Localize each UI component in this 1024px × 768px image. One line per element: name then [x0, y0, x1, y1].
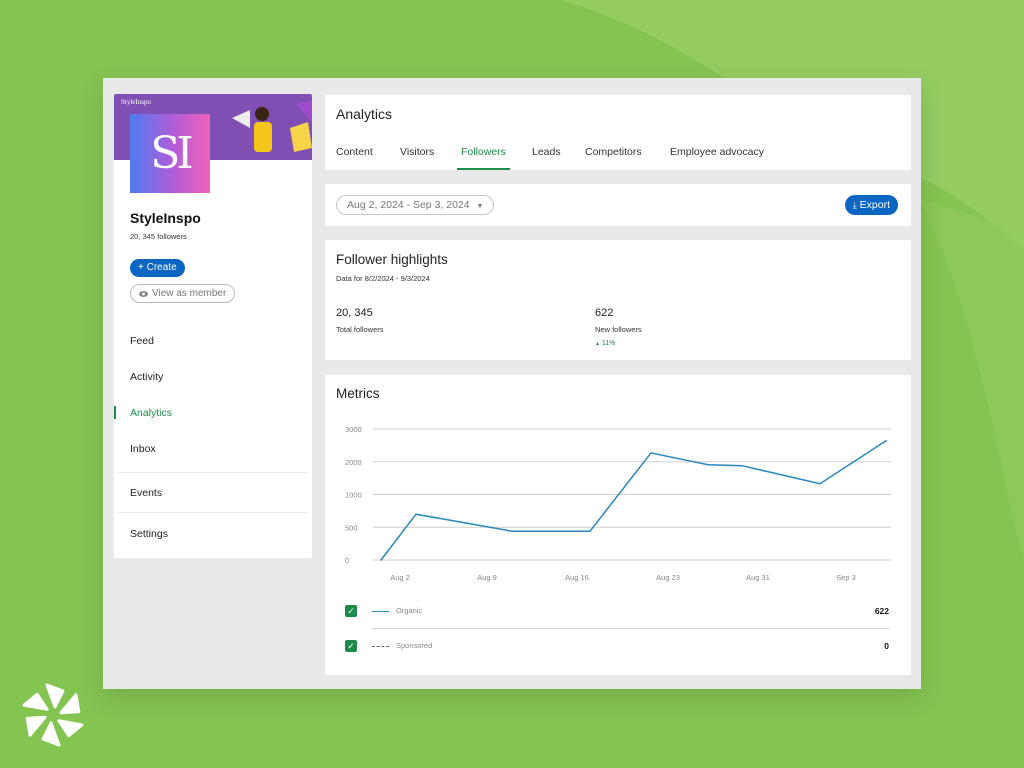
x-tick-label: Sep 3 — [836, 573, 856, 582]
active-nav-indicator — [114, 406, 116, 419]
download-icon: ⤓ — [852, 200, 857, 210]
total-followers-label: Total followers — [336, 325, 384, 334]
view-as-member-button[interactable]: View as member — [130, 284, 236, 303]
cover-brand-text: StyleInspo — [121, 98, 151, 106]
org-name: StyleInspo — [130, 210, 201, 226]
metrics-line-chart: 0 500 1000 2000 3000 Aug 2 Aug 9 Aug 16 Aug 23 Au… — [345, 425, 891, 582]
page-title: Analytics — [336, 106, 393, 122]
organic-value: 622 — [874, 606, 889, 616]
tab-content[interactable]: Content — [336, 146, 373, 170]
organic-data-point — [885, 439, 887, 442]
trend-up-icon: ▲ — [595, 341, 600, 347]
date-range-value: Aug 2, 2024 - Sep 3, 2024 — [347, 199, 470, 211]
caret-down-icon: ▼ — [476, 203, 484, 210]
tab-followers[interactable]: Followers — [457, 146, 510, 170]
x-tick-label: Aug 31 — [746, 573, 770, 582]
organic-data-point — [380, 559, 382, 561]
sidebar-item-feed[interactable]: Feed — [130, 335, 154, 347]
org-logo: SI — [130, 114, 210, 193]
nav-divider — [118, 472, 308, 473]
x-tick-label: Aug 2 — [390, 573, 410, 582]
organic-data-point — [511, 530, 513, 532]
organic-data-point — [707, 463, 709, 466]
new-followers-delta: ▲ 11% — [595, 340, 615, 347]
tab-competitors[interactable]: Competitors — [585, 146, 642, 170]
organic-data-point — [589, 530, 591, 532]
analytics-header: Analytics Content Visitors Followers Lea… — [325, 95, 911, 170]
view-as-member-label: View as member — [152, 288, 227, 299]
x-tick-label: Aug 23 — [656, 573, 680, 582]
sidebar-item-activity[interactable]: Activity — [130, 371, 163, 383]
logo-text: SI — [150, 128, 193, 179]
legend-divider — [372, 628, 890, 629]
nav-divider — [118, 512, 308, 513]
export-button[interactable]: ⤓ Export — [844, 195, 898, 215]
create-button[interactable]: + Create — [130, 259, 185, 277]
sidebar-item-inbox[interactable]: Inbox — [130, 443, 156, 455]
total-followers-value: 20, 345 — [336, 307, 373, 319]
org-followers: 20, 345 followers — [130, 232, 187, 241]
tab-visitors[interactable]: Visitors — [400, 146, 434, 170]
filter-bar: Aug 2, 2024 - Sep 3, 2024 ▼ ⤓ Export — [325, 184, 911, 226]
tab-leads[interactable]: Leads — [532, 146, 561, 170]
organic-data-point — [650, 452, 652, 454]
export-label: Export — [859, 199, 890, 211]
new-followers-value: 622 — [595, 307, 614, 319]
tab-employee-advocacy[interactable]: Employee advocacy — [670, 146, 764, 170]
date-range-select[interactable]: Aug 2, 2024 - Sep 3, 2024 ▼ — [336, 195, 495, 215]
sponsored-checkbox[interactable]: ✓ — [345, 640, 357, 652]
organic-label: Organic — [396, 606, 423, 615]
x-tick-label: Aug 9 — [477, 573, 497, 582]
organic-series-line — [380, 440, 887, 561]
follower-highlights: Follower highlights Data for 8/2/2024 - … — [325, 240, 911, 360]
legend-row-sponsored: ✓ Sponsored 0 — [345, 640, 889, 654]
y-tick-label: 1000 — [345, 491, 362, 500]
organic-line-swatch — [372, 611, 389, 612]
sidebar-item-settings[interactable]: Settings — [130, 528, 168, 540]
sidebar: StyleInspo SI StyleInspo 20, 345 followe… — [114, 94, 312, 558]
sponsored-line-swatch — [372, 646, 389, 647]
sidebar-item-analytics[interactable]: Analytics — [130, 407, 172, 419]
brand-logo-icon — [20, 683, 86, 747]
y-tick-label: 0 — [345, 556, 349, 565]
delta-value: 11% — [601, 340, 616, 347]
metrics-card: Metrics 0 500 1000 2000 3000 Aug 2 Aug 9 Aug 16… — [325, 375, 911, 675]
y-tick-label: 3000 — [345, 425, 362, 434]
organic-data-point — [741, 464, 743, 467]
y-tick-label: 500 — [345, 523, 358, 532]
sponsored-label: Sponsored — [396, 641, 433, 650]
highlights-date-range: Data for 8/2/2024 - 9/3/2024 — [336, 274, 430, 283]
organic-data-point — [819, 482, 821, 485]
app-window: StyleInspo SI StyleInspo 20, 345 followe… — [103, 78, 921, 689]
new-followers-label: New followers — [595, 325, 642, 334]
legend-row-organic: ✓ Organic 622 — [345, 605, 889, 619]
highlights-title: Follower highlights — [336, 252, 448, 267]
organic-data-point — [415, 513, 417, 515]
sponsored-value: 0 — [884, 641, 889, 651]
organic-checkbox[interactable]: ✓ — [345, 605, 357, 617]
sidebar-item-events[interactable]: Events — [130, 487, 162, 499]
cover-illustration — [232, 100, 312, 152]
eye-icon — [139, 290, 148, 297]
y-tick-label: 2000 — [345, 458, 362, 467]
x-tick-label: Aug 16 — [565, 573, 589, 582]
